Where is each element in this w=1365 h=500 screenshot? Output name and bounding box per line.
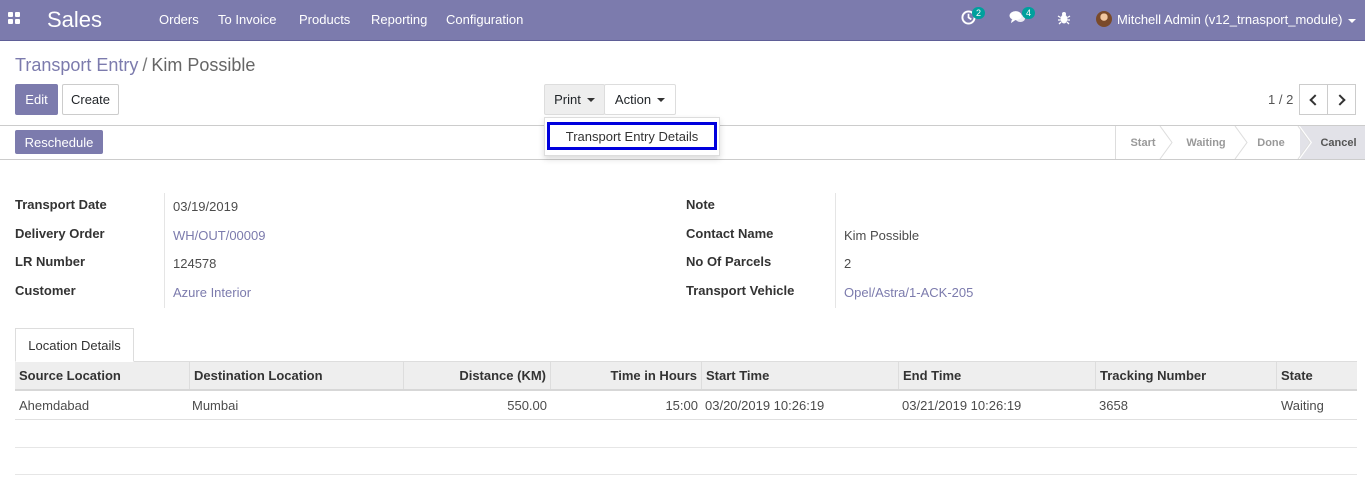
value-lr-number[interactable]: 124578	[173, 256, 216, 271]
value-transport-vehicle[interactable]: Opel/Astra/1-ACK-205	[844, 285, 973, 300]
column-state[interactable]: State	[1277, 362, 1357, 389]
breadcrumb: Transport Entry / Kim Possible	[15, 55, 255, 76]
label-transport-vehicle: Transport Vehicle	[686, 283, 795, 298]
breadcrumb-separator: /	[142, 55, 148, 75]
empty-row	[15, 448, 1357, 475]
label-no-of-parcels: No Of Parcels	[686, 254, 772, 269]
cell-time-in-hours: 15:00	[665, 397, 698, 413]
value-customer[interactable]: Azure Interior	[173, 285, 251, 300]
chevron-down-icon	[1348, 18, 1357, 23]
value-contact-name[interactable]: Kim Possible	[844, 228, 919, 243]
chevron-down-icon	[657, 97, 666, 102]
field-divider-right	[835, 193, 836, 308]
column-tracking-number[interactable]: Tracking Number	[1096, 362, 1277, 389]
pager-previous-button[interactable]	[1299, 84, 1328, 115]
value-no-of-parcels[interactable]: 2	[844, 256, 851, 271]
debug-icon[interactable]	[1057, 11, 1071, 29]
menu-reporting[interactable]: Reporting	[371, 12, 427, 27]
chevron-down-icon	[586, 97, 595, 102]
label-delivery-order: Delivery Order	[15, 226, 105, 241]
action-label: Action	[614, 92, 652, 107]
messages-badge: 4	[1022, 7, 1036, 19]
menu-configuration[interactable]: Configuration	[446, 12, 523, 27]
avatar[interactable]	[1096, 11, 1112, 27]
action-button[interactable]: Action	[604, 84, 676, 115]
column-start-time[interactable]: Start Time	[702, 362, 899, 389]
activity-badge: 2	[972, 7, 986, 19]
activity-icon[interactable]: 2	[961, 7, 986, 29]
pager-next-button[interactable]	[1327, 84, 1356, 115]
table-row[interactable]: Ahemdabad Mumbai 550.00 15:00 03/20/2019…	[15, 391, 1357, 420]
chevron-left-icon	[1309, 93, 1321, 106]
messages-icon[interactable]: 4	[1009, 7, 1036, 29]
create-button[interactable]: Create	[62, 84, 119, 115]
apps-menu-icon[interactable]	[8, 12, 22, 26]
value-delivery-order[interactable]: WH/OUT/00009	[173, 228, 265, 243]
breadcrumb-current: Kim Possible	[151, 55, 256, 75]
print-button[interactable]: Print	[544, 84, 605, 115]
cell-state: Waiting	[1281, 397, 1324, 413]
cell-source-location: Ahemdabad	[19, 397, 90, 413]
breadcrumb-parent[interactable]: Transport Entry	[15, 55, 138, 75]
value-transport-date[interactable]: 03/19/2019	[173, 199, 238, 214]
pager-value[interactable]: 1 / 2	[1268, 92, 1293, 107]
chevron-right-icon	[1334, 93, 1346, 106]
tab-location-details[interactable]: Location Details	[15, 328, 134, 362]
user-name: Mitchell Admin (v12_trnasport_module)	[1117, 12, 1343, 27]
menu-products[interactable]: Products	[299, 12, 350, 27]
empty-row	[15, 420, 1357, 448]
column-time-in-hours[interactable]: Time in Hours	[551, 362, 702, 389]
menu-to-invoice[interactable]: To Invoice	[218, 12, 277, 27]
label-transport-date: Transport Date	[15, 197, 107, 212]
column-destination-location[interactable]: Destination Location	[190, 362, 404, 389]
label-note: Note	[686, 197, 715, 212]
cell-distance: 550.00	[507, 397, 547, 413]
label-customer: Customer	[15, 283, 76, 298]
cell-start-time: 03/20/2019 10:26:19	[705, 397, 825, 413]
column-distance[interactable]: Distance (KM)	[404, 362, 551, 389]
print-dropdown-menu: Transport Entry Details	[544, 117, 720, 156]
label-lr-number: LR Number	[15, 254, 86, 269]
column-source-location[interactable]: Source Location	[15, 362, 190, 389]
user-menu[interactable]: Mitchell Admin (v12_trnasport_module)	[1117, 12, 1357, 27]
app-name: Sales	[47, 7, 103, 32]
cell-end-time: 03/21/2019 10:26:19	[902, 397, 1022, 413]
menu-item-transport-entry-details[interactable]: Transport Entry Details	[547, 122, 717, 150]
table-header: Source Location Destination Location Dis…	[15, 362, 1357, 391]
print-label: Print	[554, 92, 581, 107]
label-contact-name: Contact Name	[686, 226, 774, 241]
cell-destination-location: Mumbai	[192, 397, 239, 413]
top-navbar: Sales Orders To Invoice Products Reporti…	[0, 0, 1365, 41]
cell-tracking-number: 3658	[1099, 397, 1128, 413]
edit-button[interactable]: Edit	[15, 84, 58, 115]
bug-icon	[1057, 12, 1071, 25]
column-end-time[interactable]: End Time	[899, 362, 1096, 389]
field-divider-left	[164, 193, 165, 308]
menu-orders[interactable]: Orders	[159, 12, 199, 27]
